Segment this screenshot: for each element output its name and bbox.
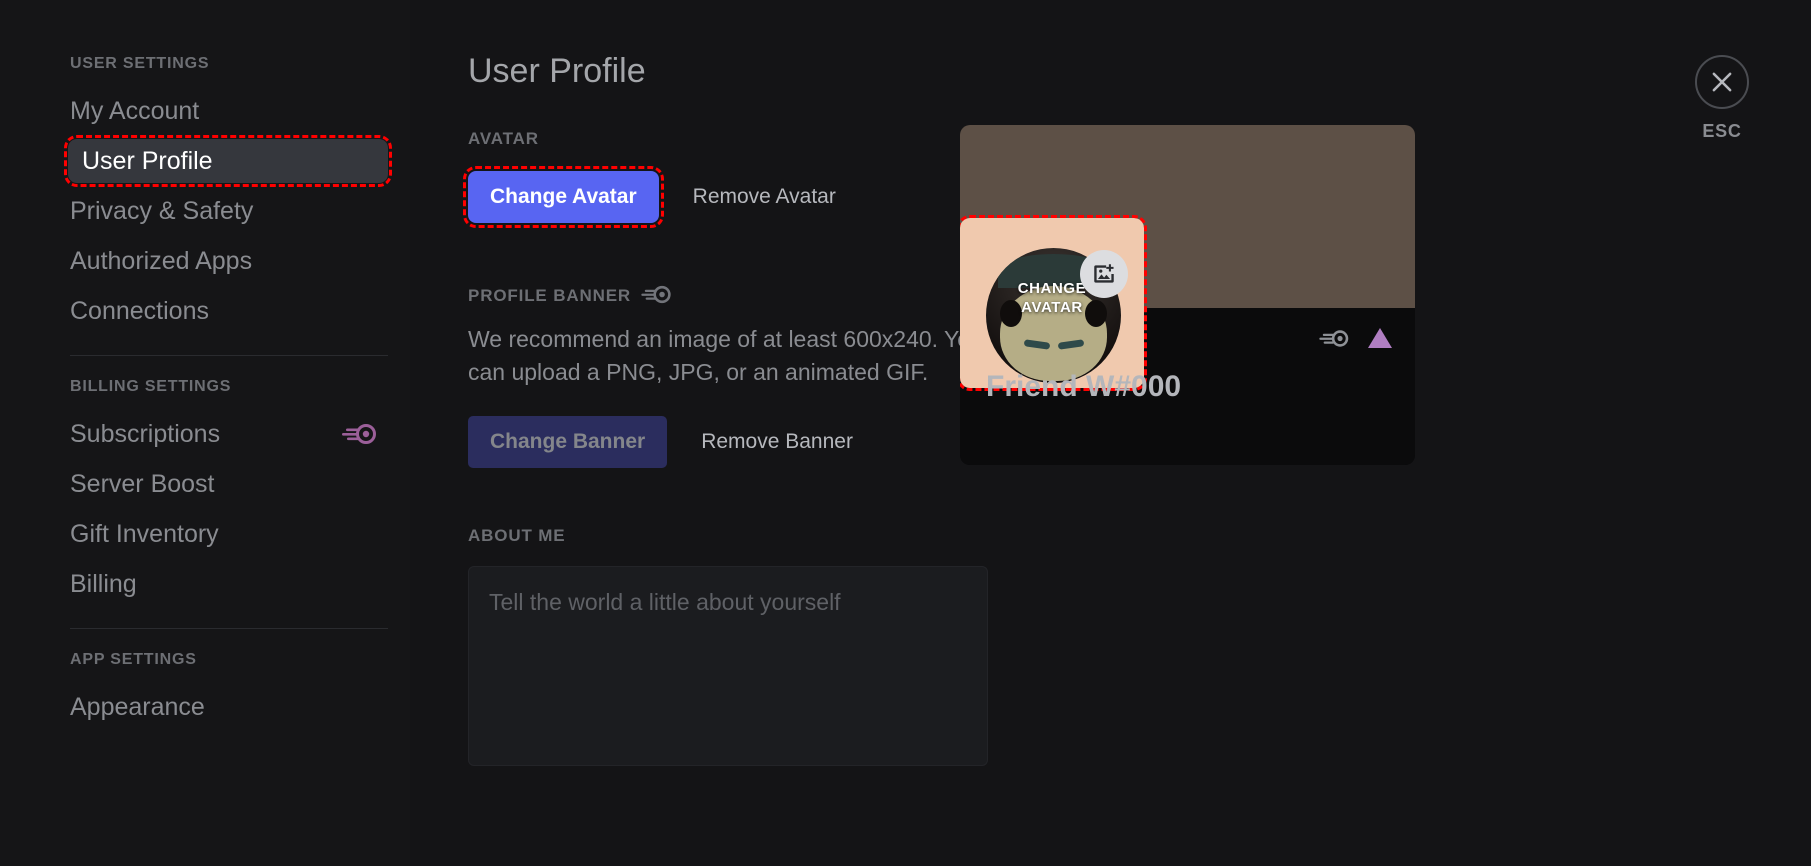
sidebar-item-user-profile[interactable]: User Profile — [64, 135, 392, 187]
change-banner-button[interactable]: Change Banner — [468, 415, 668, 468]
nitro-boost-icon — [641, 285, 675, 307]
sidebar-item-label: Authorized Apps — [70, 246, 253, 275]
banner-section-label-text: PROFILE BANNER — [468, 286, 632, 305]
sidebar-item-authorized-apps[interactable]: Authorized Apps — [68, 239, 388, 283]
sidebar-item-gift-inventory[interactable]: Gift Inventory — [68, 512, 388, 556]
sidebar-item-label: Connections — [70, 296, 209, 325]
sidebar-item-label: Appearance — [70, 692, 205, 721]
sidebar-item-label: User Profile — [82, 146, 213, 175]
sidebar-item-billing[interactable]: Billing — [68, 562, 388, 606]
server-boost-badge-icon[interactable] — [1367, 326, 1393, 355]
remove-avatar-button[interactable]: Remove Avatar — [689, 171, 840, 223]
sidebar-inner: USER SETTINGS My Account User Profile Pr… — [64, 55, 392, 729]
sidebar-item-label: Server Boost — [70, 469, 215, 498]
sidebar-item-label: Billing — [70, 569, 137, 598]
change-avatar-hotspot[interactable]: CHANGE AVATAR — [960, 215, 1147, 391]
close-icon[interactable] — [1695, 55, 1749, 109]
profile-badges — [1319, 326, 1393, 355]
sidebar-item-label: My Account — [70, 96, 200, 125]
sidebar-group-header-billing-settings: BILLING SETTINGS — [70, 378, 232, 395]
profile-preview-card: CHANGE AVATAR Friend W#000 — [960, 125, 1415, 465]
banner-description: We recommend an image of at least 600x24… — [468, 326, 983, 386]
sidebar-item-label: Privacy & Safety — [70, 196, 254, 225]
page-title: User Profile — [468, 52, 646, 90]
sidebar-item-connections[interactable]: Connections — [68, 289, 388, 333]
sidebar-item-label: Gift Inventory — [70, 519, 219, 548]
change-avatar-button[interactable]: Change Avatar — [463, 166, 664, 228]
about-me-section-label: ABOUT ME — [468, 525, 566, 545]
esc-label: ESC — [1702, 121, 1742, 141]
sidebar-divider — [70, 355, 388, 356]
nitro-boost-icon[interactable] — [1319, 329, 1349, 353]
sidebar-item-my-account[interactable]: My Account — [68, 89, 388, 133]
settings-sidebar: USER SETTINGS My Account User Profile Pr… — [0, 0, 410, 866]
nitro-boost-icon — [342, 423, 376, 445]
about-me-section: ABOUT ME Tell the world a little about y… — [468, 526, 1811, 766]
sidebar-item-label: Subscriptions — [70, 419, 221, 448]
sidebar-group-header-user-settings: USER SETTINGS — [70, 55, 210, 72]
remove-banner-button[interactable]: Remove Banner — [697, 416, 857, 468]
profile-preview-body: CHANGE AVATAR Friend W#000 — [960, 215, 1415, 465]
sidebar-item-server-boost[interactable]: Server Boost — [68, 462, 388, 506]
settings-window: USER SETTINGS My Account User Profile Pr… — [0, 0, 1811, 866]
about-me-input[interactable]: Tell the world a little about yourself — [468, 565, 988, 766]
sidebar-divider — [70, 628, 388, 629]
sidebar-item-privacy-and-safety[interactable]: Privacy & Safety — [68, 189, 388, 233]
close-settings-button[interactable]: ESC — [1695, 55, 1749, 142]
sidebar-group-header-app-settings: APP SETTINGS — [70, 651, 197, 668]
upload-image-badge[interactable] — [1080, 250, 1128, 298]
avatar-eye-left — [1000, 300, 1022, 327]
avatar-eye-right — [1085, 300, 1107, 327]
sidebar-item-appearance[interactable]: Appearance — [68, 685, 388, 729]
profile-username: Friend W#000 — [986, 370, 1182, 403]
sidebar-item-subscriptions[interactable]: Subscriptions — [68, 412, 388, 456]
add-image-icon — [1094, 264, 1114, 283]
